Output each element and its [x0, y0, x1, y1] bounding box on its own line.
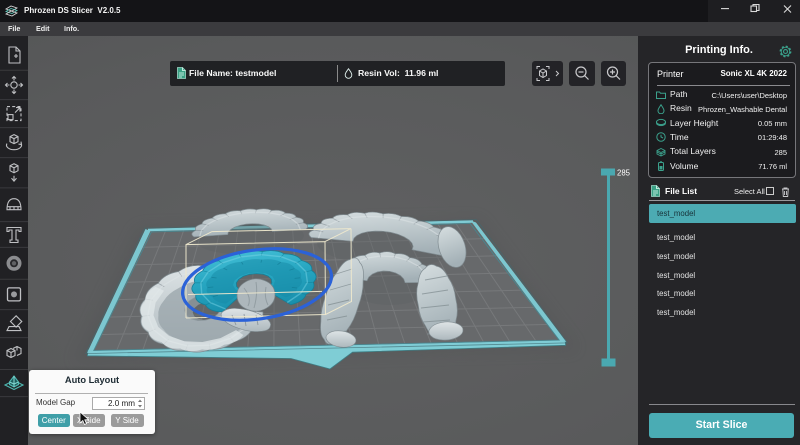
svg-text:285: 285 [617, 169, 631, 178]
